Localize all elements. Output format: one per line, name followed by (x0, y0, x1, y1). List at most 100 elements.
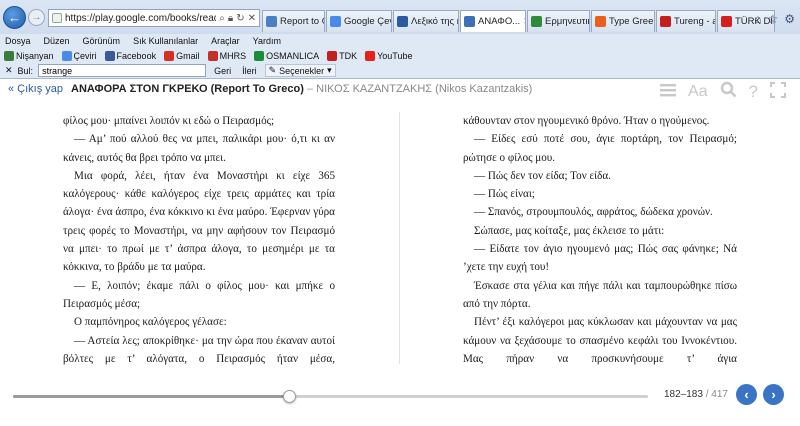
tab-report-to-greco[interactable]: Report to Gr... (262, 10, 325, 32)
chevron-left-icon: ‹ (744, 387, 749, 402)
refresh-icon[interactable]: ↻ (236, 13, 244, 24)
book-author: ΝΙΚΟΣ ΚΑΖΑΝΤΖΑΚΗΣ (Nikos Kazantzakis) (316, 83, 533, 95)
tab-lexiko[interactable]: Λεξικό της κ... (393, 10, 459, 32)
favorite-osmanlica[interactable]: OSMANLICA (254, 50, 320, 61)
paragraph: — Σπανός, στρουμπουλός, αφράτος, δώδεκα … (474, 206, 713, 219)
tab-favicon (595, 16, 606, 27)
left-page: φίλος μου· μπαίνει λοιπόν κι εδώ ο Πειρα… (63, 112, 335, 368)
favorite-label: Gmail (176, 50, 200, 61)
favorite-facebook[interactable]: Facebook (104, 50, 156, 61)
favorite-mhrs[interactable]: MHRS (207, 50, 247, 61)
page-separator: / (705, 389, 709, 400)
address-text[interactable]: https://play.google.com/books/reader?pri… (65, 13, 216, 24)
home-icon[interactable]: ⌂ (754, 12, 761, 26)
close-icon[interactable]: ✕ (248, 13, 256, 24)
tab-tureng[interactable]: Tureng - all... (656, 10, 716, 32)
right-page: κάθουνταν στον ηγουμενικό θρόνο. Ήταν ο … (463, 112, 737, 368)
find-previous-button[interactable]: Geri (211, 66, 234, 76)
page-slider[interactable] (13, 390, 648, 403)
browser-forward-button[interactable]: → (28, 9, 45, 26)
address-bar[interactable]: https://play.google.com/books/reader?pri… (48, 9, 260, 27)
favorite-icon (327, 50, 338, 61)
favorite-label: YouTube (377, 50, 413, 61)
arrow-left-icon: ← (8, 10, 21, 25)
paragraph: — Είδατε τον άγιο ηγουμενό μας; Πώς σας … (463, 243, 737, 274)
favorite-youtube[interactable]: YouTube (365, 50, 413, 61)
tab-favicon (721, 16, 732, 27)
menu-item-tools[interactable]: Araçlar (211, 36, 240, 46)
menu-item-help[interactable]: Yardım (253, 36, 281, 46)
tab-google-translate[interactable]: Google Çeviri (326, 10, 392, 32)
total-pages: 417 (711, 389, 728, 400)
chevron-down-icon: ▾ (327, 65, 332, 75)
find-options-button[interactable]: ✎ Seçenekler ▾ (264, 64, 336, 77)
paragraph: — Είδες εσύ ποτέ σου, άγιε πορτάρη, τον … (463, 133, 737, 164)
menu-bar: Dosya Düzen Görünüm Sık Kullanılanlar Ar… (0, 34, 800, 48)
favorite-label: OSMANLICA (266, 50, 320, 61)
exit-link[interactable]: « Çıkış yap (8, 83, 63, 95)
find-close-icon[interactable]: ✕ (5, 65, 13, 76)
lock-icon (52, 13, 62, 23)
favorite-icon (365, 50, 376, 61)
menu-item-view[interactable]: Görünüm (83, 36, 121, 46)
paragraph: Σώπασε, μας κοίταξε, μας έκλεισε το μάτι… (474, 224, 665, 237)
fullscreen-icon[interactable] (770, 81, 786, 103)
search-icon[interactable] (720, 81, 737, 103)
menu-item-file[interactable]: Dosya (5, 36, 31, 46)
help-icon[interactable]: ? (749, 82, 758, 102)
tab-label: Ερμηνευτικ... (545, 16, 589, 27)
star-icon[interactable]: ☆ (767, 12, 778, 26)
tab-label: Tureng - all... (674, 16, 715, 27)
tab-ermineftiko[interactable]: Ερμηνευτικ... (527, 10, 590, 32)
gear-icon[interactable]: ⚙ (784, 12, 795, 26)
find-next-button[interactable]: İleri (239, 66, 260, 76)
tab-anafora[interactable]: ΑΝΑΦΟ... ✕ (460, 10, 526, 32)
slider-thumb[interactable] (283, 390, 297, 403)
next-page-button[interactable]: › (763, 384, 784, 405)
lock-small-icon[interactable]: 🔒︎ (228, 13, 233, 24)
favorite-ceviri[interactable]: Çeviri (61, 50, 97, 61)
tab-favicon (660, 16, 671, 27)
favorite-icon (104, 50, 115, 61)
slider-fill (13, 395, 290, 398)
title-separator: – (306, 83, 314, 95)
paragraph: — Αστεία λες; αποκρίθηκε· μα την ώρα που… (63, 334, 335, 365)
find-label: Bul: (17, 65, 34, 76)
paragraph: Ο παμπόνηρος καλόγερος γέλασε: (74, 316, 227, 329)
paragraph: Πέντ’ έξι καλόγεροι μας κύκλωσαν και μάχ… (463, 316, 737, 365)
book-title: ΑΝΑΦΟΡΑ ΣΤΟΝ ΓΚΡΕΚΟ (Report To Greco) (71, 83, 304, 95)
font-size-icon[interactable]: Aa (688, 83, 708, 101)
tab-label: Report to Gr... (280, 16, 324, 27)
favorite-label: TDK (339, 50, 358, 61)
tab-type-greek[interactable]: Type Greek I... (591, 10, 655, 32)
favorite-tdk[interactable]: TDK (327, 50, 358, 61)
favorite-icon (164, 50, 175, 61)
menu-item-edit[interactable]: Düzen (44, 36, 70, 46)
tab-label: Type Greek I... (609, 16, 654, 27)
favorite-nisanyan[interactable]: Nişanyan (4, 50, 54, 61)
tab-label: Google Çeviri (344, 16, 391, 27)
arrow-right-icon: → (31, 12, 42, 23)
paragraph: φίλος μου· μπαίνει λοιπόν κι εδώ ο Πειρα… (63, 115, 275, 127)
menu-item-favorites[interactable]: Sık Kullanılanlar (133, 36, 198, 46)
page-divider (399, 112, 400, 364)
favorite-label: Nişanyan (16, 50, 54, 61)
tab-label: Λεξικό της κ... (411, 16, 458, 27)
search-icon[interactable]: ⌕ (219, 13, 225, 24)
find-bar: ✕ Bul: Geri İleri ✎ Seçenekler ▾ (0, 63, 800, 78)
favorite-label: MHRS (219, 50, 247, 61)
favorite-label: Çeviri (73, 50, 97, 61)
pencil-icon: ✎ (268, 65, 277, 75)
contents-icon[interactable] (659, 82, 676, 102)
find-input[interactable] (38, 64, 207, 77)
tab-label: ΑΝΑΦΟ... (478, 16, 521, 27)
chevron-right-icon: › (771, 387, 776, 402)
favorite-icon (4, 50, 14, 61)
tab-close-icon[interactable]: ✕ (523, 16, 525, 27)
browser-back-button[interactable]: ← (3, 6, 26, 29)
tab-favicon (464, 16, 475, 27)
favorite-icon (61, 50, 72, 61)
favorite-gmail[interactable]: Gmail (164, 50, 200, 61)
previous-page-button[interactable]: ‹ (736, 384, 757, 405)
tab-favicon (531, 16, 542, 27)
